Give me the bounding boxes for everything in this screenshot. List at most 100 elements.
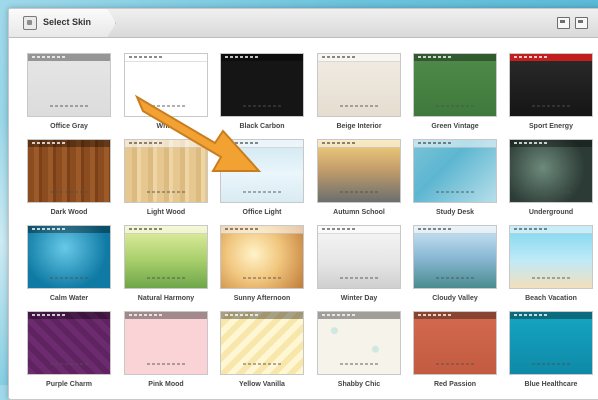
- thumbnail-menu-dots: [129, 228, 163, 230]
- thumbnail-footer-dots: [340, 363, 380, 365]
- select-skin-dialog: Select Skin Office Gray White Black Carbon…: [8, 8, 598, 400]
- skin-thumbnail[interactable]: [509, 225, 593, 289]
- thumbnail-menu-dots: [322, 314, 356, 316]
- thumbnail-menu-dots: [32, 314, 66, 316]
- thumbnail-topbar: [28, 54, 110, 61]
- thumbnail-footer-dots: [50, 191, 90, 193]
- skin-thumbnail[interactable]: [27, 225, 111, 289]
- thumbnail-menu-dots: [225, 142, 259, 144]
- thumbnail-menu-dots: [322, 228, 356, 230]
- skin-thumbnail[interactable]: [220, 139, 304, 203]
- skin-thumbnail[interactable]: [27, 311, 111, 375]
- thumbnail-footer-dots: [340, 105, 380, 107]
- thumbnail-topbar: [28, 140, 110, 147]
- skin-label: Calm Water: [49, 295, 89, 302]
- skin-label: Beach Vacation: [525, 295, 577, 302]
- dialog-title: Select Skin: [43, 17, 92, 27]
- skin-label: Green Vintage: [431, 123, 479, 130]
- skin-thumbnail[interactable]: [317, 311, 401, 375]
- thumbnail-footer-dots: [243, 105, 283, 107]
- thumbnail-topbar: [318, 140, 400, 148]
- skin-thumbnail[interactable]: [509, 311, 593, 375]
- skin-label: Sunny Afternoon: [233, 295, 291, 302]
- thumbnail-menu-dots: [129, 314, 163, 316]
- thumbnail-footer-dots: [532, 191, 572, 193]
- skin-label: Beige Interior: [336, 123, 382, 130]
- thumbnail-footer-dots: [50, 105, 90, 107]
- skin-label: Office Light: [242, 209, 282, 216]
- skin-label: Winter Day: [340, 295, 378, 302]
- thumbnail-menu-dots: [225, 228, 259, 230]
- skin-thumbnail[interactable]: [27, 139, 111, 203]
- thumbnail-menu-dots: [129, 56, 163, 58]
- skin-thumbnail[interactable]: [317, 53, 401, 117]
- thumbnail-menu-dots: [514, 56, 548, 58]
- skin-thumbnail[interactable]: [413, 139, 497, 203]
- thumbnail-topbar: [510, 54, 592, 61]
- thumbnail-topbar: [414, 54, 496, 61]
- skin-label: Cloudy Valley: [432, 295, 478, 302]
- skin-thumbnail[interactable]: [124, 139, 208, 203]
- thumbnail-topbar: [125, 54, 207, 62]
- skin-thumbnail[interactable]: [413, 311, 497, 375]
- skin-label: Black Carbon: [239, 123, 285, 130]
- skin-thumbnail[interactable]: [124, 225, 208, 289]
- thumbnail-menu-dots: [514, 142, 548, 144]
- folder-icon[interactable]: [575, 17, 588, 29]
- thumbnail-topbar: [125, 226, 207, 234]
- thumbnail-menu-dots: [514, 228, 548, 230]
- thumbnail-menu-dots: [322, 56, 356, 58]
- skin-thumbnail[interactable]: [509, 53, 593, 117]
- thumbnail-menu-dots: [32, 228, 66, 230]
- thumbnail-topbar: [510, 140, 592, 147]
- thumbnail-menu-dots: [418, 142, 452, 144]
- skin-thumbnail[interactable]: [413, 53, 497, 117]
- thumbnail-topbar: [125, 140, 207, 148]
- thumbnail-topbar: [510, 312, 592, 319]
- skin-thumbnail[interactable]: [317, 139, 401, 203]
- thumbnail-footer-dots: [340, 277, 380, 279]
- save-icon[interactable]: [557, 17, 570, 29]
- thumbnail-footer-dots: [147, 191, 187, 193]
- skin-thumbnail[interactable]: [27, 53, 111, 117]
- thumbnail-menu-dots: [32, 56, 66, 58]
- thumbnail-topbar: [318, 54, 400, 62]
- thumbnail-topbar: [221, 226, 303, 234]
- title-tab: Select Skin: [9, 9, 116, 37]
- thumbnail-menu-dots: [129, 142, 163, 144]
- skin-label: Study Desk: [435, 209, 475, 216]
- skin-label: Autumn School: [333, 209, 385, 216]
- thumbnail-menu-dots: [418, 56, 452, 58]
- thumbnail-topbar: [318, 226, 400, 234]
- thumbnail-menu-dots: [322, 142, 356, 144]
- skin-label: Sport Energy: [529, 123, 573, 130]
- thumbnail-footer-dots: [147, 277, 187, 279]
- skin-thumbnail[interactable]: [509, 139, 593, 203]
- thumbnail-topbar: [28, 312, 110, 319]
- skin-thumbnail[interactable]: [317, 225, 401, 289]
- thumbnail-topbar: [221, 140, 303, 148]
- thumbnail-footer-dots: [243, 363, 283, 365]
- thumbnail-footer-dots: [50, 363, 90, 365]
- thumbnail-topbar: [414, 312, 496, 319]
- skin-thumbnail[interactable]: [220, 225, 304, 289]
- thumbnail-topbar: [414, 226, 496, 234]
- thumbnail-footer-dots: [436, 105, 476, 107]
- thumbnail-footer-dots: [243, 277, 283, 279]
- thumbnail-menu-dots: [418, 228, 452, 230]
- skin-thumbnail[interactable]: [220, 311, 304, 375]
- thumbnail-topbar: [221, 54, 303, 61]
- thumbnail-footer-dots: [436, 191, 476, 193]
- skin-thumbnail[interactable]: [124, 311, 208, 375]
- thumbnail-menu-dots: [418, 314, 452, 316]
- skin-thumbnail[interactable]: [220, 53, 304, 117]
- thumbnail-footer-dots: [243, 191, 283, 193]
- thumbnail-topbar: [414, 140, 496, 148]
- skin-label: White: [156, 123, 176, 130]
- skin-thumbnail[interactable]: [413, 225, 497, 289]
- skin-label: Natural Harmony: [137, 295, 195, 302]
- skin-label: Office Gray: [50, 123, 88, 130]
- skin-icon: [23, 16, 37, 30]
- thumbnail-menu-dots: [225, 56, 259, 58]
- skin-thumbnail[interactable]: [124, 53, 208, 117]
